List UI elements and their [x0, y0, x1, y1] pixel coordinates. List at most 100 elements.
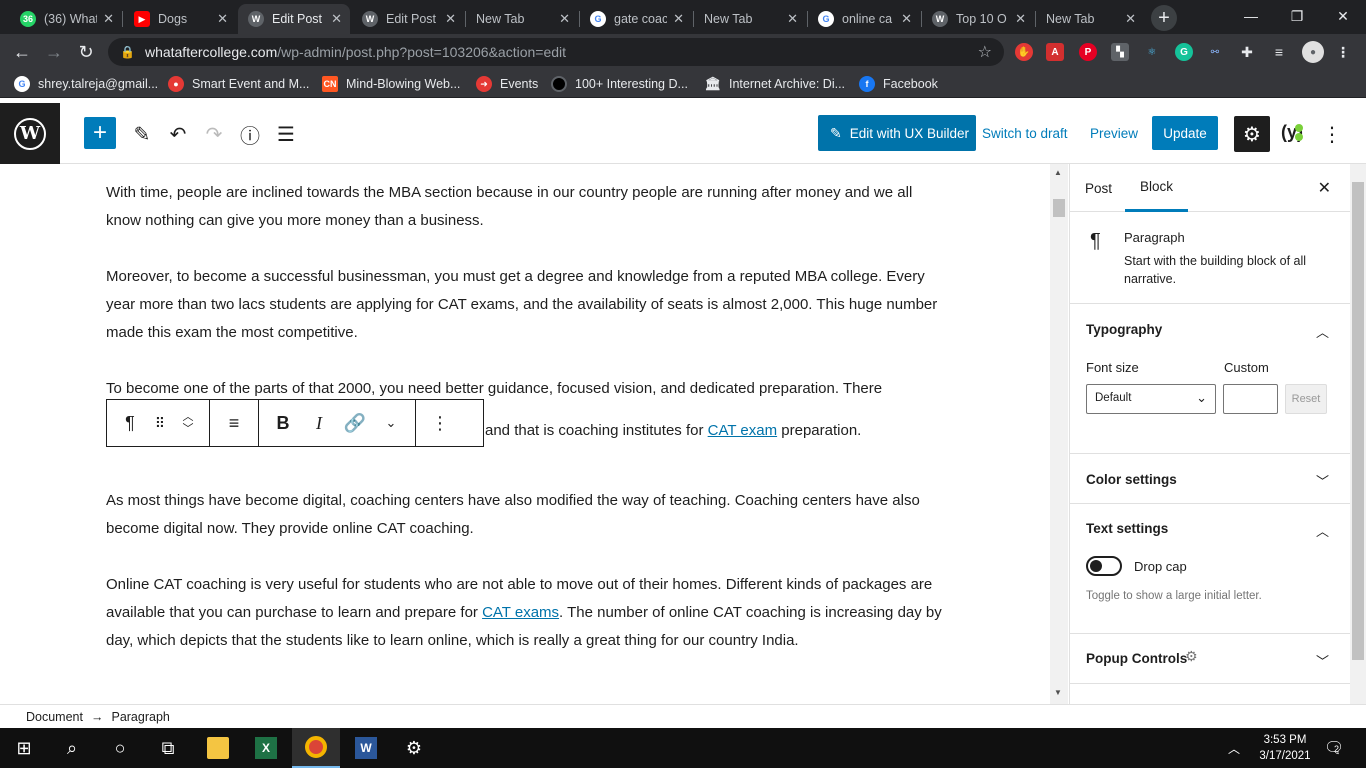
paragraph-block[interactable]: Online CAT coaching is very useful for s…: [106, 571, 946, 655]
search-icon[interactable]: ⌕: [48, 728, 96, 768]
move-up-down-icon[interactable]: ︿ ﹀: [173, 400, 203, 446]
paragraph-block[interactable]: As most things have become digital, coac…: [106, 487, 946, 543]
settings-gear-icon[interactable]: ⚙: [390, 728, 438, 768]
close-icon[interactable]: ✕: [901, 11, 912, 27]
bold-icon[interactable]: B: [265, 400, 301, 446]
align-left-icon[interactable]: ≡: [216, 400, 252, 446]
close-icon[interactable]: ✕: [217, 11, 228, 27]
extension-react-icon[interactable]: ⚛: [1143, 43, 1161, 61]
paragraph-block[interactable]: With time, people are inclined towards t…: [106, 179, 946, 235]
close-icon[interactable]: ✕: [787, 11, 798, 27]
switch-to-draft-button[interactable]: Switch to draft: [982, 126, 1068, 141]
close-icon[interactable]: ✕: [1125, 11, 1136, 27]
notification-center-icon[interactable]: 🗨 2: [1324, 738, 1344, 758]
close-icon[interactable]: ✕: [673, 11, 684, 27]
tab-whatsapp[interactable]: 36 (36) What ✕: [10, 4, 122, 34]
popup-controls-toggle[interactable]: Popup Controls: [1086, 651, 1187, 666]
more-options-icon[interactable]: ⋮: [1316, 118, 1348, 150]
word-icon[interactable]: W: [342, 728, 390, 768]
edit-with-ux-builder-button[interactable]: ✎ Edit with UX Builder: [818, 115, 976, 151]
close-icon[interactable]: ✕: [559, 11, 570, 27]
restore-button[interactable]: ❐: [1274, 0, 1320, 32]
scroll-down-icon[interactable]: ▼: [1054, 688, 1062, 697]
font-size-select[interactable]: Default ⌄: [1086, 384, 1216, 414]
cat-exam-link[interactable]: CAT exam: [708, 422, 777, 439]
tab-google-gate[interactable]: G gate coac ✕: [580, 4, 692, 34]
italic-icon[interactable]: I: [301, 400, 337, 446]
system-clock[interactable]: 3:53 PM 3/17/2021: [1254, 732, 1316, 764]
wordpress-logo[interactable]: W: [0, 103, 60, 164]
details-info-icon[interactable]: ⓘ: [234, 118, 266, 150]
list-view-icon[interactable]: ☰: [270, 118, 302, 150]
address-bar[interactable]: 🔒 whataftercollege.com /wp-admin/post.ph…: [108, 38, 1004, 66]
reset-button[interactable]: Reset: [1285, 384, 1327, 414]
tab-edit-post[interactable]: W Edit Post ✕: [352, 4, 464, 34]
cortana-icon[interactable]: ○: [96, 728, 144, 768]
scroll-up-icon[interactable]: ▲: [1054, 168, 1062, 177]
tab-top-10[interactable]: W Top 10 O ✕: [922, 4, 1034, 34]
add-block-button[interactable]: +: [84, 117, 116, 149]
paragraph-block[interactable]: Moreover, to become a successful busines…: [106, 263, 946, 347]
chrome-menu-icon[interactable]: ⋮: [1334, 43, 1352, 61]
new-tab-button[interactable]: +: [1151, 5, 1177, 31]
editor-scrollbar[interactable]: ▲ ▼: [1050, 164, 1068, 704]
paragraph-block-continued[interactable]: and that is coaching institutes for CAT …: [485, 417, 861, 445]
bookmark-100-interesting[interactable]: 100+ Interesting D...: [551, 76, 688, 92]
extension-pinterest-icon[interactable]: P: [1079, 43, 1097, 61]
chevron-down-icon[interactable]: ⌄: [373, 400, 409, 446]
close-icon[interactable]: ✕: [331, 11, 342, 27]
file-explorer-icon[interactable]: [194, 728, 242, 768]
profile-avatar[interactable]: ●: [1302, 41, 1324, 63]
bookmark-mind-blowing[interactable]: CN Mind-Blowing Web...: [322, 76, 460, 92]
back-icon[interactable]: ←: [8, 38, 36, 66]
tab-new-tab[interactable]: New Tab ✕: [466, 4, 578, 34]
extension-toolbox-icon[interactable]: ▚: [1111, 43, 1129, 61]
sidebar-scrollbar[interactable]: [1350, 164, 1366, 704]
redo-icon[interactable]: ↷: [198, 118, 230, 150]
cat-exams-link[interactable]: CAT exams: [482, 604, 559, 621]
tab-post[interactable]: Post: [1085, 164, 1112, 212]
chrome-icon[interactable]: [292, 728, 340, 768]
color-settings-toggle[interactable]: Color settings: [1086, 472, 1177, 487]
tools-pencil-icon[interactable]: ✎: [126, 118, 158, 150]
yoast-seo-icon[interactable]: (y): [1281, 122, 1303, 143]
scrollbar-thumb[interactable]: [1352, 182, 1364, 660]
chevron-up-icon[interactable]: ︿: [1316, 322, 1329, 341]
tab-block[interactable]: Block: [1125, 164, 1189, 212]
update-button[interactable]: Update: [1152, 116, 1218, 150]
tab-new-tab[interactable]: New Tab ✕: [694, 4, 806, 34]
extension-grammarly-icon[interactable]: G: [1175, 43, 1193, 61]
scrollbar-thumb[interactable]: [1053, 199, 1065, 217]
chevron-up-icon[interactable]: ︿: [1228, 740, 1240, 757]
chevron-down-icon[interactable]: ﹀: [1316, 471, 1329, 490]
extension-link-icon[interactable]: ⚯: [1206, 43, 1224, 61]
extension-hand-icon[interactable]: ✋: [1015, 43, 1033, 61]
media-control-icon[interactable]: ≡: [1270, 43, 1288, 61]
block-options-icon[interactable]: ⋮: [422, 400, 458, 446]
extensions-puzzle-icon[interactable]: ✚: [1238, 43, 1256, 61]
chevron-down-icon[interactable]: ﹀: [1316, 651, 1329, 670]
reload-icon[interactable]: ↻: [72, 38, 100, 66]
close-icon[interactable]: ✕: [445, 11, 456, 27]
link-icon[interactable]: 🔗: [337, 400, 373, 446]
drop-cap-toggle[interactable]: [1086, 556, 1122, 576]
typography-toggle[interactable]: Typography: [1086, 322, 1162, 337]
breadcrumb-paragraph[interactable]: Paragraph: [111, 710, 169, 724]
breadcrumb-document[interactable]: Document: [26, 710, 83, 724]
chevron-up-icon[interactable]: ︿: [1316, 521, 1329, 540]
window-close-button[interactable]: ✕: [1320, 0, 1366, 32]
settings-gear-icon[interactable]: ⚙: [1234, 116, 1270, 152]
tab-google-online[interactable]: G online ca ✕: [808, 4, 920, 34]
windows-start-icon[interactable]: ⊞: [0, 728, 48, 768]
bookmark-gmail[interactable]: G shrey.talreja@gmail...: [14, 76, 158, 92]
extension-pdf-icon[interactable]: A: [1046, 43, 1064, 61]
bookmark-facebook[interactable]: f Facebook: [859, 76, 938, 92]
tab-edit-post-active[interactable]: W Edit Post ✕: [238, 4, 350, 34]
undo-icon[interactable]: ↶: [162, 118, 194, 150]
close-icon[interactable]: ✕: [1015, 11, 1026, 27]
tab-new-tab[interactable]: New Tab ✕: [1036, 4, 1144, 34]
text-settings-toggle[interactable]: Text settings: [1086, 521, 1168, 536]
minimize-button[interactable]: —: [1228, 0, 1274, 32]
task-view-icon[interactable]: ⧉: [144, 728, 192, 768]
preview-button[interactable]: Preview: [1090, 126, 1138, 141]
